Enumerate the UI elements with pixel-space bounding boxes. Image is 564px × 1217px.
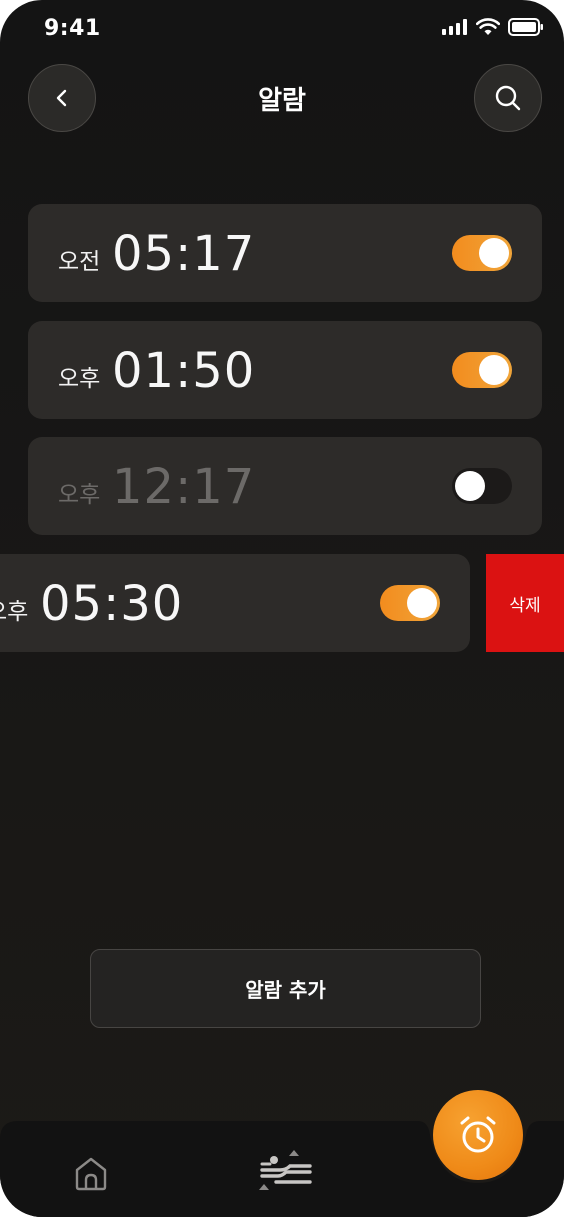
alarm-period: 오후 <box>58 366 101 392</box>
alarm-toggle[interactable] <box>452 235 512 271</box>
toggle-knob <box>479 355 509 385</box>
alarm-time: 05:30 <box>40 576 184 632</box>
toggle-knob <box>479 238 509 268</box>
delete-button[interactable]: 삭제 <box>486 554 564 652</box>
alarm-period: 오후 <box>58 482 101 508</box>
alarm-fab-button[interactable] <box>433 1090 523 1180</box>
alarm-period: 오전 <box>58 249 101 275</box>
alarm-card[interactable]: 오후 01:50 <box>28 321 542 419</box>
nav-sleep[interactable] <box>254 1145 318 1197</box>
alarm-card-swiped[interactable]: 오후 05:30 <box>0 554 470 652</box>
home-icon <box>75 1157 107 1191</box>
alarm-time: 05:17 <box>112 226 256 282</box>
alarm-time: 12:17 <box>112 459 256 515</box>
alarm-time: 01:50 <box>112 343 256 399</box>
alarm-toggle[interactable] <box>380 585 440 621</box>
nav-home[interactable] <box>64 1149 118 1197</box>
add-alarm-button[interactable]: 알람 추가 <box>90 949 481 1028</box>
alarm-card[interactable]: 오후 12:17 <box>28 437 542 535</box>
alarm-clock-icon <box>460 1116 496 1153</box>
phone-screen: 9:41 알람 오전 05:17 오후 01:50 오후 12:17 후 05:… <box>0 0 564 1217</box>
status-icons <box>442 18 544 36</box>
toggle-knob <box>407 588 437 618</box>
sleep-sort-icon <box>259 1150 312 1190</box>
search-icon <box>495 85 521 111</box>
alarm-toggle[interactable] <box>452 352 512 388</box>
alarm-toggle[interactable] <box>452 468 512 504</box>
status-time: 9:41 <box>44 16 101 41</box>
wifi-icon <box>476 18 500 35</box>
alarm-card[interactable]: 오전 05:17 <box>28 204 542 302</box>
battery-icon <box>508 18 543 36</box>
alarm-period: 오후 <box>0 599 29 625</box>
toggle-knob <box>455 471 485 501</box>
cellular-signal-icon <box>442 19 467 35</box>
search-button[interactable] <box>474 64 542 132</box>
